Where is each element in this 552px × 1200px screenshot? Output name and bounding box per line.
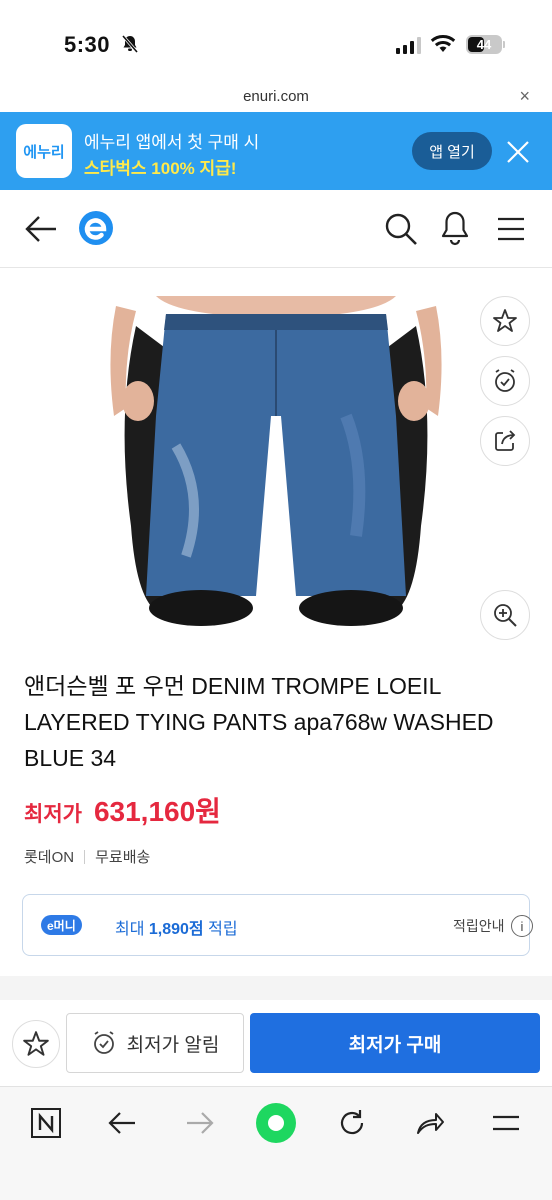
share-arrow-icon[interactable] xyxy=(408,1101,452,1145)
price-alert-button[interactable]: 최저가 알림 xyxy=(66,1013,244,1073)
close-icon[interactable]: × xyxy=(519,86,530,107)
section-divider xyxy=(0,976,552,1000)
lowest-price: 최저가 631,160원 xyxy=(24,790,221,830)
back-icon[interactable] xyxy=(100,1101,144,1145)
url-text: enuri.com xyxy=(243,88,309,105)
cellular-signal-icon xyxy=(396,36,421,54)
price-value: 631,160원 xyxy=(93,796,221,827)
share-button[interactable] xyxy=(480,416,530,466)
shipping-info: 무료배송 xyxy=(95,849,151,866)
seller-info: 롯데ON 무료배송 xyxy=(24,846,150,867)
price-label: 최저가 xyxy=(24,803,82,826)
banner-line1: 에누리 앱에서 첫 구매 시 xyxy=(84,133,260,152)
zoom-in-button[interactable] xyxy=(480,590,530,640)
menu-icon[interactable] xyxy=(496,216,526,247)
app-install-banner: 에누리 에누리 앱에서 첫 구매 시 스타벅스 100% 지급! 앱 열기 xyxy=(0,112,552,190)
emoney-badge: e머니 xyxy=(41,915,82,935)
product-image[interactable] xyxy=(96,296,456,642)
more-menu-icon[interactable] xyxy=(484,1101,528,1145)
price-alarm-button[interactable] xyxy=(480,356,530,406)
site-header xyxy=(0,190,552,268)
buy-lowest-price-button[interactable]: 최저가 구매 xyxy=(250,1013,540,1073)
banner-line2: 스타벅스 100% 지급! xyxy=(84,159,237,178)
emoney-amount: 1,890점 xyxy=(148,921,204,938)
info-icon[interactable]: i xyxy=(511,915,533,937)
wifi-icon xyxy=(430,34,456,59)
battery-level: 44 xyxy=(476,37,492,52)
refresh-icon[interactable] xyxy=(330,1101,374,1145)
price-alert-label: 최저가 알림 xyxy=(126,1034,220,1056)
battery-icon: 44 xyxy=(466,35,502,54)
status-bar: 5:30 44 xyxy=(0,0,552,84)
back-arrow-icon[interactable] xyxy=(24,214,58,249)
naver-home-icon[interactable] xyxy=(24,1101,68,1145)
emoney-text: 최대 1,890점 적립 xyxy=(115,921,238,938)
browser-toolbar xyxy=(0,1086,552,1200)
banner-close-icon[interactable] xyxy=(504,138,532,171)
open-app-button[interactable]: 앱 열기 xyxy=(412,132,492,170)
enuri-app-logo: 에누리 xyxy=(16,124,72,178)
reward-guide-link[interactable]: 적립안내 xyxy=(453,916,505,936)
browser-url-bar[interactable]: enuri.com × xyxy=(0,84,552,112)
product-title: 앤더슨벨 포 우먼 DENIM TROMPE LOEIL LAYERED TYI… xyxy=(24,673,494,771)
notification-bell-icon[interactable] xyxy=(440,210,470,251)
silent-bell-icon xyxy=(120,34,140,59)
purchase-action-bar: 최저가 알림 최저가 구매 xyxy=(0,1000,552,1086)
seller-name[interactable]: 롯데ON xyxy=(24,846,74,867)
enuri-logo-icon[interactable] xyxy=(78,210,114,251)
search-icon[interactable] xyxy=(384,212,418,251)
wishlist-button[interactable] xyxy=(12,1020,60,1068)
alarm-clock-icon xyxy=(93,1031,114,1054)
wishlist-star-button[interactable] xyxy=(480,296,530,346)
emoney-reward-box[interactable]: e머니 최대 1,890점 적립 적립안내 i xyxy=(22,894,533,956)
status-time: 5:30 xyxy=(64,32,111,57)
green-dot-icon[interactable] xyxy=(254,1101,298,1145)
forward-icon[interactable] xyxy=(178,1101,222,1145)
